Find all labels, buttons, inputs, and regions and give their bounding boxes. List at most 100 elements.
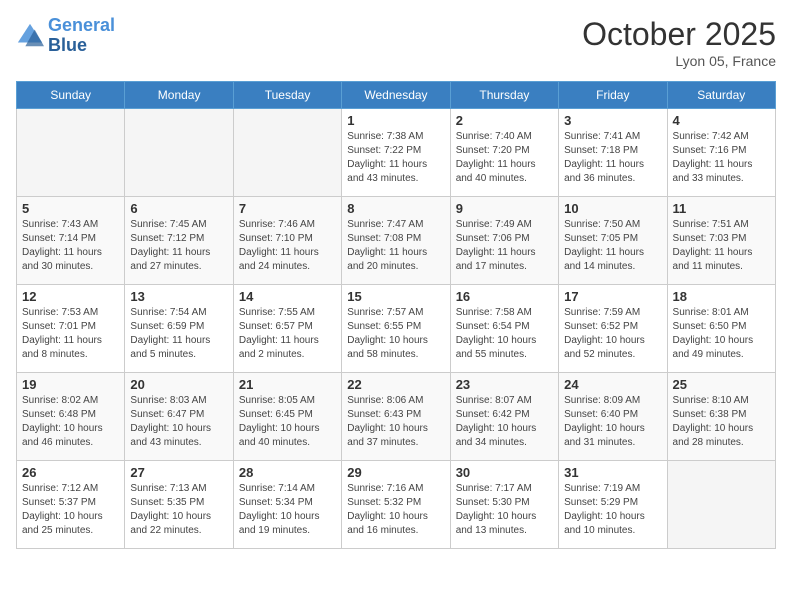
calendar-week-row: 12Sunrise: 7:53 AM Sunset: 7:01 PM Dayli… (17, 285, 776, 373)
day-number: 21 (239, 377, 336, 392)
day-number: 22 (347, 377, 444, 392)
calendar-cell: 14 Sunrise: 7:55 AM Sunset: 6:57 PM Dayli… (233, 285, 341, 373)
calendar-cell: 1Sunrise: 7:38 AM Sunset: 7:22 PM Daylig… (342, 109, 450, 197)
calendar-cell: 26 Sunrise: 7:12 AM Sunset: 5:37 PM Dayli… (17, 461, 125, 549)
calendar-cell: 19 Sunrise: 8:02 AM Sunset: 6:48 PM Dayli… (17, 373, 125, 461)
day-number: 17 (564, 289, 661, 304)
day-info: Sunrise: 7:43 AM Sunset: 7:14 PM Dayligh… (22, 218, 119, 274)
day-info: Sunrise: 7:16 AM Sunset: 5:32 PM Dayligh… (347, 482, 444, 538)
day-info: Sunrise: 7:50 AM Sunset: 7:05 PM Dayligh… (564, 218, 661, 274)
day-info: Sunrise: 7:40 AM Sunset: 7:20 PM Dayligh… (456, 130, 553, 186)
day-header-friday: Friday (559, 82, 667, 109)
calendar-cell: 23Sunrise: 8:07 AM Sunset: 6:42 PM Dayli… (450, 373, 558, 461)
calendar-header-row: SundayMondayTuesdayWednesdayThursdayFrid… (17, 82, 776, 109)
calendar-cell: 16Sunrise: 7:58 AM Sunset: 6:54 PM Dayli… (450, 285, 558, 373)
calendar-cell: 17 Sunrise: 7:59 AM Sunset: 6:52 PM Dayli… (559, 285, 667, 373)
calendar-cell (667, 461, 775, 549)
calendar-cell: 6 Sunrise: 7:45 AM Sunset: 7:12 PM Daylig… (125, 197, 233, 285)
day-info: Sunrise: 7:12 AM Sunset: 5:37 PM Dayligh… (22, 482, 119, 538)
day-header-wednesday: Wednesday (342, 82, 450, 109)
calendar-cell (125, 109, 233, 197)
day-number: 24 (564, 377, 661, 392)
calendar-cell: 30Sunrise: 7:17 AM Sunset: 5:30 PM Dayli… (450, 461, 558, 549)
calendar-week-row: 19 Sunrise: 8:02 AM Sunset: 6:48 PM Dayli… (17, 373, 776, 461)
month-title: October 2025 (582, 16, 776, 53)
day-number: 5 (22, 201, 119, 216)
day-info: Sunrise: 7:45 AM Sunset: 7:12 PM Dayligh… (130, 218, 227, 274)
day-info: Sunrise: 8:07 AM Sunset: 6:42 PM Dayligh… (456, 394, 553, 450)
calendar-cell: 27 Sunrise: 7:13 AM Sunset: 5:35 PM Dayli… (125, 461, 233, 549)
day-number: 29 (347, 465, 444, 480)
calendar-cell: 18 Sunrise: 8:01 AM Sunset: 6:50 PM Dayli… (667, 285, 775, 373)
calendar-cell: 4Sunrise: 7:42 AM Sunset: 7:16 PM Daylig… (667, 109, 775, 197)
day-header-tuesday: Tuesday (233, 82, 341, 109)
calendar-week-row: 1Sunrise: 7:38 AM Sunset: 7:22 PM Daylig… (17, 109, 776, 197)
calendar-cell (233, 109, 341, 197)
calendar-cell: 9 Sunrise: 7:49 AM Sunset: 7:06 PM Daylig… (450, 197, 558, 285)
day-number: 15 (347, 289, 444, 304)
calendar-week-row: 5 Sunrise: 7:43 AM Sunset: 7:14 PM Daylig… (17, 197, 776, 285)
day-number: 2 (456, 113, 553, 128)
day-number: 27 (130, 465, 227, 480)
day-number: 31 (564, 465, 661, 480)
day-header-sunday: Sunday (17, 82, 125, 109)
day-info: Sunrise: 8:06 AM Sunset: 6:43 PM Dayligh… (347, 394, 444, 450)
calendar-cell: 20 Sunrise: 8:03 AM Sunset: 6:47 PM Dayli… (125, 373, 233, 461)
calendar-cell: 13 Sunrise: 7:54 AM Sunset: 6:59 PM Dayli… (125, 285, 233, 373)
logo-icon (16, 22, 44, 50)
day-number: 19 (22, 377, 119, 392)
calendar-cell: 2 Sunrise: 7:40 AM Sunset: 7:20 PM Daylig… (450, 109, 558, 197)
day-info: Sunrise: 8:03 AM Sunset: 6:47 PM Dayligh… (130, 394, 227, 450)
day-info: Sunrise: 7:14 AM Sunset: 5:34 PM Dayligh… (239, 482, 336, 538)
day-info: Sunrise: 7:46 AM Sunset: 7:10 PM Dayligh… (239, 218, 336, 274)
day-number: 8 (347, 201, 444, 216)
day-info: Sunrise: 7:55 AM Sunset: 6:57 PM Dayligh… (239, 306, 336, 362)
day-header-saturday: Saturday (667, 82, 775, 109)
day-info: Sunrise: 8:10 AM Sunset: 6:38 PM Dayligh… (673, 394, 770, 450)
day-info: Sunrise: 8:09 AM Sunset: 6:40 PM Dayligh… (564, 394, 661, 450)
day-info: Sunrise: 7:19 AM Sunset: 5:29 PM Dayligh… (564, 482, 661, 538)
day-info: Sunrise: 7:59 AM Sunset: 6:52 PM Dayligh… (564, 306, 661, 362)
logo: General Blue (16, 16, 115, 56)
day-number: 18 (673, 289, 770, 304)
day-info: Sunrise: 8:01 AM Sunset: 6:50 PM Dayligh… (673, 306, 770, 362)
day-header-thursday: Thursday (450, 82, 558, 109)
calendar-cell: 24 Sunrise: 8:09 AM Sunset: 6:40 PM Dayli… (559, 373, 667, 461)
title-block: October 2025 Lyon 05, France (582, 16, 776, 69)
page-header: General Blue October 2025 Lyon 05, Franc… (16, 16, 776, 69)
location-subtitle: Lyon 05, France (582, 53, 776, 69)
day-number: 9 (456, 201, 553, 216)
calendar-cell: 8Sunrise: 7:47 AM Sunset: 7:08 PM Daylig… (342, 197, 450, 285)
day-number: 30 (456, 465, 553, 480)
calendar-week-row: 26 Sunrise: 7:12 AM Sunset: 5:37 PM Dayli… (17, 461, 776, 549)
day-number: 28 (239, 465, 336, 480)
day-number: 6 (130, 201, 227, 216)
logo-text: General Blue (48, 16, 115, 56)
day-info: Sunrise: 7:57 AM Sunset: 6:55 PM Dayligh… (347, 306, 444, 362)
calendar-cell: 29 Sunrise: 7:16 AM Sunset: 5:32 PM Dayli… (342, 461, 450, 549)
day-number: 20 (130, 377, 227, 392)
day-info: Sunrise: 8:05 AM Sunset: 6:45 PM Dayligh… (239, 394, 336, 450)
day-number: 26 (22, 465, 119, 480)
day-info: Sunrise: 7:54 AM Sunset: 6:59 PM Dayligh… (130, 306, 227, 362)
calendar-cell: 10Sunrise: 7:50 AM Sunset: 7:05 PM Dayli… (559, 197, 667, 285)
calendar-cell: 25 Sunrise: 8:10 AM Sunset: 6:38 PM Dayli… (667, 373, 775, 461)
day-info: Sunrise: 7:42 AM Sunset: 7:16 PM Dayligh… (673, 130, 770, 186)
calendar-cell: 7 Sunrise: 7:46 AM Sunset: 7:10 PM Daylig… (233, 197, 341, 285)
day-info: Sunrise: 8:02 AM Sunset: 6:48 PM Dayligh… (22, 394, 119, 450)
day-info: Sunrise: 7:49 AM Sunset: 7:06 PM Dayligh… (456, 218, 553, 274)
calendar-cell: 28 Sunrise: 7:14 AM Sunset: 5:34 PM Dayli… (233, 461, 341, 549)
calendar-cell: 15 Sunrise: 7:57 AM Sunset: 6:55 PM Dayli… (342, 285, 450, 373)
day-number: 3 (564, 113, 661, 128)
calendar-cell (17, 109, 125, 197)
calendar-cell: 22 Sunrise: 8:06 AM Sunset: 6:43 PM Dayli… (342, 373, 450, 461)
day-info: Sunrise: 7:38 AM Sunset: 7:22 PM Dayligh… (347, 130, 444, 186)
day-number: 25 (673, 377, 770, 392)
day-info: Sunrise: 7:53 AM Sunset: 7:01 PM Dayligh… (22, 306, 119, 362)
day-info: Sunrise: 7:51 AM Sunset: 7:03 PM Dayligh… (673, 218, 770, 274)
day-info: Sunrise: 7:13 AM Sunset: 5:35 PM Dayligh… (130, 482, 227, 538)
day-number: 7 (239, 201, 336, 216)
day-number: 13 (130, 289, 227, 304)
day-number: 14 (239, 289, 336, 304)
day-info: Sunrise: 7:41 AM Sunset: 7:18 PM Dayligh… (564, 130, 661, 186)
